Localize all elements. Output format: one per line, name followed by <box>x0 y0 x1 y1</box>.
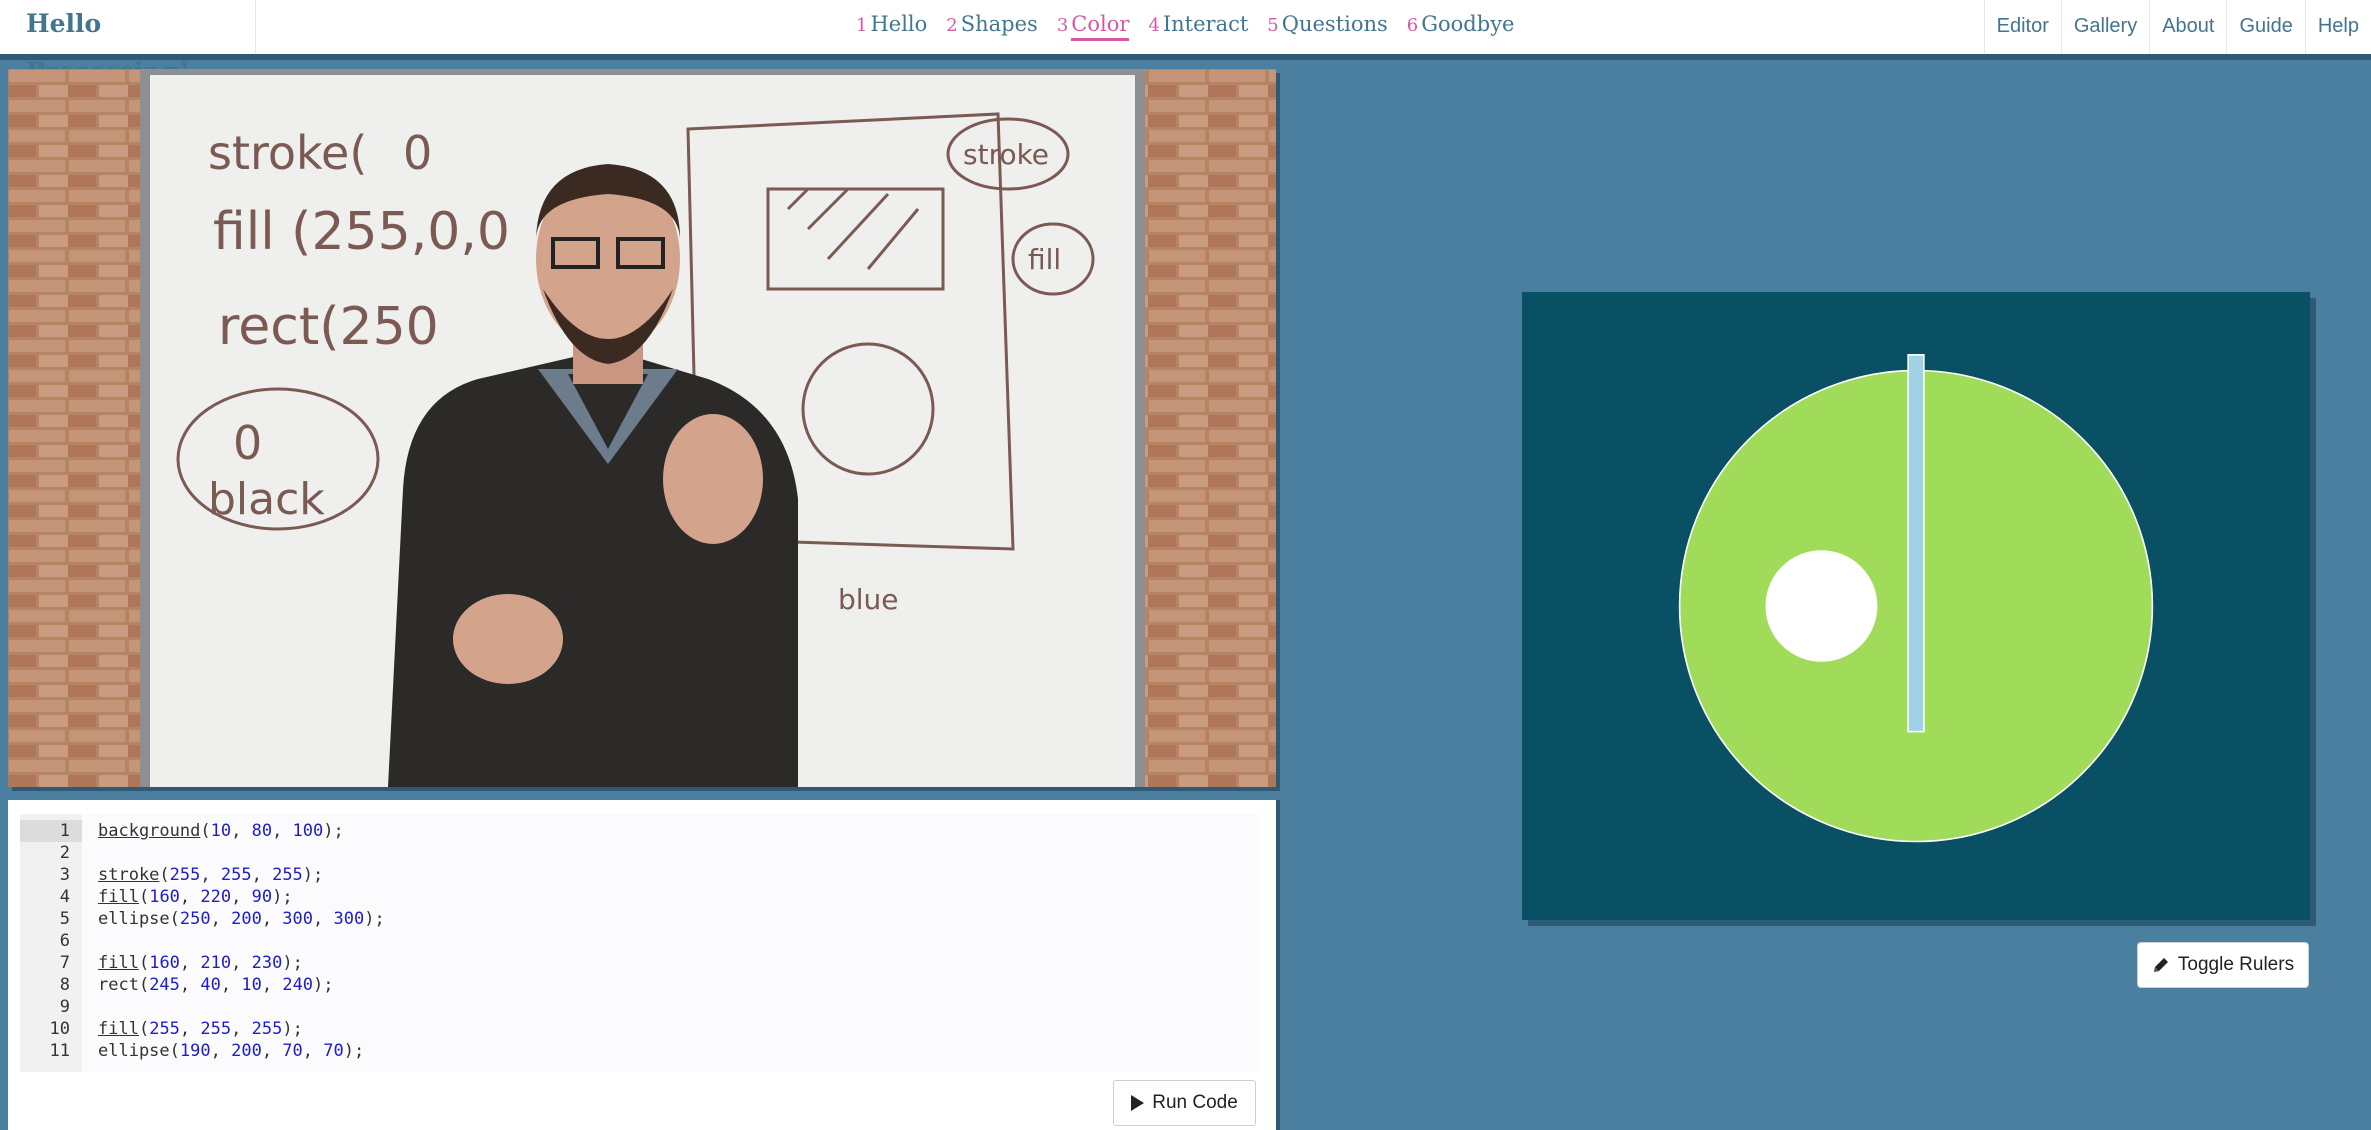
line-number: 3 <box>59 865 70 885</box>
code-text: fill(160, 210, 230); <box>98 953 303 973</box>
code-text: ellipse(250, 200, 300, 300); <box>98 909 385 929</box>
run-code-button[interactable]: Run Code <box>1113 1080 1256 1126</box>
toggle-rulers-button[interactable]: Toggle Rulers <box>2137 942 2309 988</box>
wb-black: black <box>208 474 325 525</box>
lesson-label: Questions <box>1281 12 1388 36</box>
code-editor-panel: 1 background(10, 80, 100); 2 3 stroke(25… <box>8 800 1276 1130</box>
code-text: fill(160, 220, 90); <box>98 887 293 907</box>
sketch-canvas[interactable] <box>1522 292 2310 920</box>
wb-stroke: stroke( <box>208 126 367 180</box>
wb-blue-label: blue <box>838 583 899 616</box>
nav-guide[interactable]: Guide <box>2226 0 2304 54</box>
code-line[interactable]: 5 ellipse(250, 200, 300, 300); <box>20 908 1260 930</box>
code-line[interactable]: 11 ellipse(190, 200, 70, 70); <box>20 1040 1260 1062</box>
lesson-number: 5 <box>1267 15 1279 36</box>
brand-title[interactable]: Hello Processing! <box>0 0 256 86</box>
nav-gallery[interactable]: Gallery <box>2060 0 2149 54</box>
code-line[interactable]: 9 <box>20 996 1260 1018</box>
video-frame: stroke( 0 fill (255,0,0 rect(250 0 black… <box>8 69 1276 787</box>
line-number: 9 <box>59 997 70 1017</box>
top-nav: Hello Processing! 1Hello 2Shapes 3Color … <box>0 0 2371 86</box>
line-number: 6 <box>59 931 70 951</box>
nav-about[interactable]: About <box>2149 0 2226 54</box>
wb-zero2: 0 <box>233 416 262 470</box>
wb-stroke-label: stroke <box>963 138 1049 171</box>
code-text: background(10, 80, 100); <box>98 821 344 841</box>
play-icon <box>1131 1095 1145 1111</box>
code-editor[interactable]: 1 background(10, 80, 100); 2 3 stroke(25… <box>20 814 1260 1072</box>
lesson-label: Shapes <box>960 12 1038 36</box>
sketch-white-ellipse <box>1765 550 1878 662</box>
lesson-color[interactable]: 3 Color <box>1057 12 1130 42</box>
lesson-questions[interactable]: 5 Questions <box>1267 12 1388 42</box>
lesson-label: Color <box>1071 12 1130 41</box>
line-number: 1 <box>20 820 82 842</box>
line-number: 5 <box>59 909 70 929</box>
lesson-label: Hello <box>870 12 928 36</box>
sketch-blue-rect <box>1907 354 1925 733</box>
wb-rect: rect(250 <box>218 297 439 357</box>
nav-help[interactable]: Help <box>2304 0 2371 54</box>
lesson-hello[interactable]: 1 Hello <box>856 12 927 42</box>
wb-fill-label: fill <box>1028 243 1061 276</box>
right-nav: Editor Gallery About Guide Help <box>1983 0 2371 54</box>
code-text: fill(255, 255, 255); <box>98 1019 303 1039</box>
code-text: stroke(255, 255, 255); <box>98 865 324 885</box>
line-number: 7 <box>59 953 70 973</box>
lesson-interact[interactable]: 4 Interact <box>1148 12 1248 42</box>
code-line[interactable]: 3 stroke(255, 255, 255); <box>20 864 1260 886</box>
line-number: 4 <box>59 887 70 907</box>
lesson-nav: 1 Hello 2 Shapes 3 Color 4 Interact 5 Questio… <box>856 0 1515 54</box>
code-line[interactable]: 10 fill(255, 255, 255); <box>20 1018 1260 1040</box>
code-line[interactable]: 4 fill(160, 220, 90); <box>20 886 1260 908</box>
code-line[interactable]: 8 rect(245, 40, 10, 240); <box>20 974 1260 996</box>
wb-zero: 0 <box>403 126 432 180</box>
lesson-number: 2 <box>946 15 958 36</box>
lesson-video[interactable]: stroke( 0 fill (255,0,0 rect(250 0 black… <box>8 69 1276 787</box>
code-line[interactable]: 1 background(10, 80, 100); <box>20 820 1260 842</box>
lesson-number: 1 <box>856 15 868 36</box>
sketch-output <box>1522 292 2310 920</box>
toggle-rulers-label: Toggle Rulers <box>2177 954 2295 975</box>
nav-editor[interactable]: Editor <box>1983 0 2061 54</box>
lesson-label: Goodbye <box>1421 12 1515 36</box>
line-number: 10 <box>49 1019 70 1039</box>
run-code-label: Run Code <box>1152 1092 1238 1113</box>
line-number: 8 <box>59 975 70 995</box>
lesson-label: Interact <box>1162 12 1249 36</box>
code-text: rect(245, 40, 10, 240); <box>98 975 334 995</box>
wb-fill: fill (255,0,0 <box>213 202 510 262</box>
lesson-shapes[interactable]: 2 Shapes <box>946 12 1038 42</box>
code-line[interactable]: 2 <box>20 842 1260 864</box>
lesson-number: 4 <box>1148 15 1160 36</box>
line-number: 11 <box>49 1041 70 1061</box>
lesson-number: 3 <box>1056 15 1069 36</box>
line-number: 2 <box>59 843 70 863</box>
code-line[interactable]: 6 <box>20 930 1260 952</box>
lesson-goodbye[interactable]: 6 Goodbye <box>1407 12 1515 42</box>
code-text: ellipse(190, 200, 70, 70); <box>98 1041 365 1061</box>
lesson-number: 6 <box>1406 15 1419 36</box>
code-line[interactable]: 7 fill(160, 210, 230); <box>20 952 1260 974</box>
pencil-icon <box>2153 958 2168 972</box>
